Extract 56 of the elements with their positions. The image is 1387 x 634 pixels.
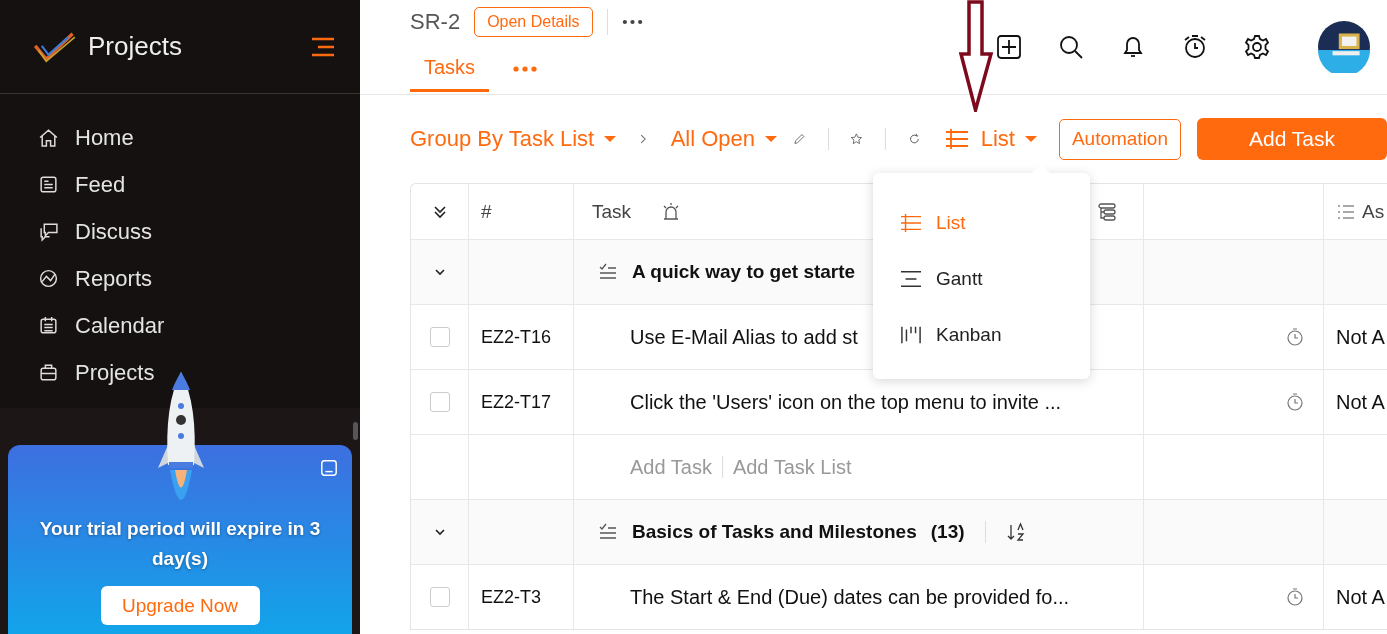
task-id: EZ2-T3 [481,586,541,608]
avatar[interactable] [1318,21,1370,73]
trial-message: Your trial period will expire in 3 day(s) [38,517,322,571]
collapse-all-icon[interactable] [431,203,448,220]
checkbox[interactable] [429,392,450,412]
sidebar-item[interactable]: Discuss [38,208,360,255]
chart-icon [38,268,59,289]
menu-icon[interactable] [310,36,336,57]
menu-item[interactable]: Gantt [873,251,1090,307]
task-count: (13) [930,521,965,543]
status-text: Not A [1336,325,1385,349]
feed-icon [38,174,59,195]
task-id: EZ2-T16 [481,326,552,348]
calendar-icon [38,315,59,336]
home-icon [38,127,59,148]
column-header: As [1362,200,1385,223]
status-text: Not A [1336,390,1385,414]
timer-icon[interactable] [1285,327,1305,347]
sidebar-item[interactable]: Home [38,114,360,161]
list-icon [900,213,922,233]
task-title[interactable]: The Start & End (Due) dates can be provided fo... [630,585,1070,609]
task-title[interactable]: Use E-Mail Alias to add st [630,325,858,349]
task-id: EZ2-T17 [481,391,552,413]
column-header: # [481,200,492,223]
list-icon [944,128,969,150]
sidebar-item[interactable]: Calendar [38,302,360,349]
group-title: Basics of Tasks and Milestones [632,521,917,543]
group-title: A quick way to get starte [632,261,856,283]
more-icon[interactable] [621,19,643,25]
briefcase-icon [38,362,59,383]
sidebar-item[interactable]: Feed [38,161,360,208]
timer-icon[interactable] [1285,587,1305,607]
scrollbar-thumb[interactable] [353,422,358,440]
checkbox[interactable] [429,327,450,347]
task-list-icon [598,522,618,542]
alarm-clock-icon[interactable] [1182,34,1208,60]
status-text: Not A [1336,585,1385,609]
timer-icon[interactable] [1285,392,1305,412]
project-code: SR-2 [410,9,461,35]
minimize-icon[interactable] [320,459,338,477]
menu-item[interactable]: Kanban [873,307,1090,363]
task-title[interactable]: Click the 'Users' icon on the top menu to invite ... [630,390,1062,414]
search-icon[interactable] [1058,34,1084,60]
task-list-icon [598,262,618,282]
brand-name: Projects [88,31,183,62]
column-header: Task [592,200,632,223]
hierarchy-icon[interactable] [1097,201,1117,222]
settings-icon[interactable] [1244,34,1270,60]
kanban-icon [900,325,922,345]
chat-icon [38,221,59,242]
sidebar-item[interactable]: Projects [38,349,360,396]
sidebar-item[interactable]: Reports [38,255,360,302]
gantt-icon [900,269,922,289]
add-icon[interactable] [996,34,1022,60]
sort-icon[interactable] [1005,522,1026,542]
checkbox[interactable] [429,587,450,607]
